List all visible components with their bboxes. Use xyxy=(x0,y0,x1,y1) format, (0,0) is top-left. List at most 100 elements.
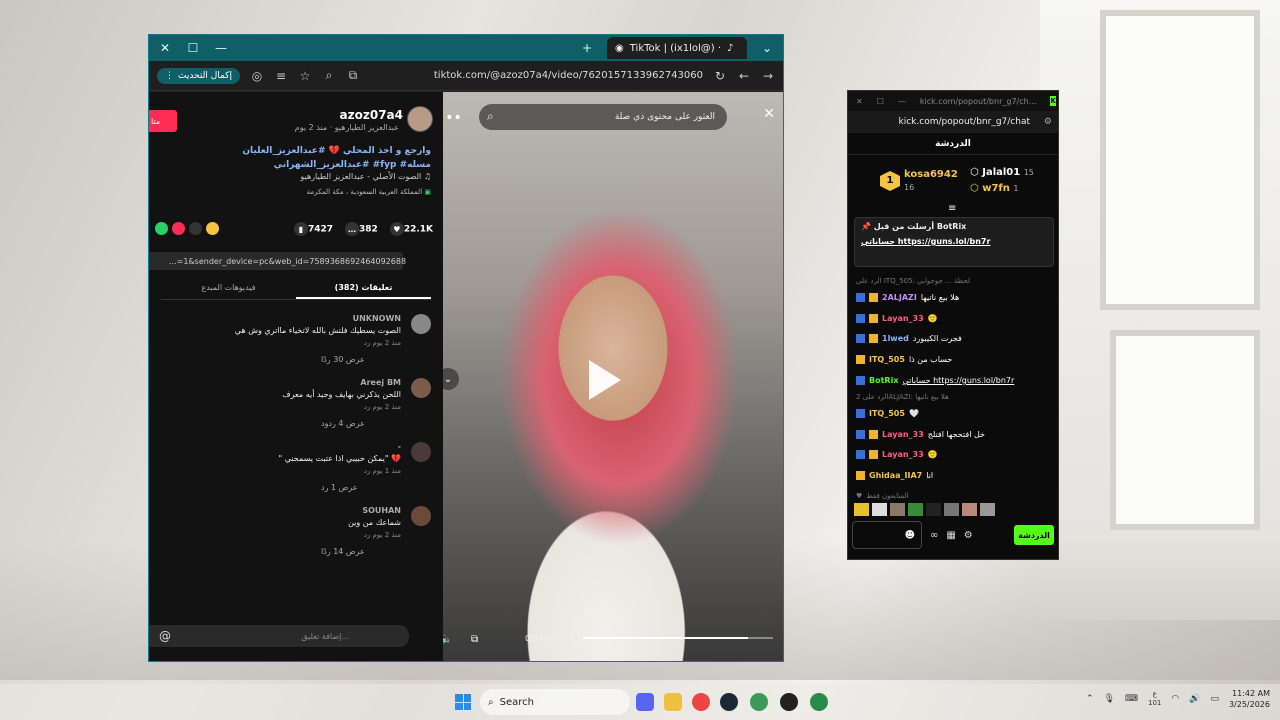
media-control-icon[interactable]: ≡ xyxy=(274,69,288,83)
steam-icon[interactable] xyxy=(720,693,738,711)
progress-bar[interactable] xyxy=(583,637,773,639)
description-text[interactable]: وارجع و اخذ المحلي 💔 #عبدالعزيز_العليان … xyxy=(242,146,431,170)
microphone-icon[interactable]: 🎙 xyxy=(1104,694,1115,704)
maximize-button[interactable]: ☐ xyxy=(185,40,201,56)
discord-icon[interactable] xyxy=(636,693,654,711)
gifter-name[interactable]: ⬡ w7fn 1 xyxy=(970,183,1018,194)
reload-icon[interactable]: ↻ xyxy=(713,69,727,83)
avatar[interactable] xyxy=(411,314,431,334)
windows-start-icon[interactable] xyxy=(455,694,471,710)
chat-username[interactable]: ITQ_505 xyxy=(869,355,905,364)
avatar[interactable] xyxy=(411,378,431,398)
taskbar-search[interactable]: ⌕ Search xyxy=(480,689,630,715)
infinity-icon[interactable]: ∞ xyxy=(930,530,938,541)
chat-username[interactable]: BotRix xyxy=(869,376,898,385)
wifi-icon[interactable]: ◠ xyxy=(1171,694,1179,704)
star-icon[interactable]: ☆ xyxy=(298,69,312,83)
chat-username[interactable]: Layan_33 xyxy=(882,430,924,439)
clock[interactable]: 11:42 AM 3/25/2026 xyxy=(1229,688,1270,710)
comment-input[interactable]: إضافة تعليق... xyxy=(149,625,409,647)
play-icon[interactable] xyxy=(589,360,621,400)
url-field[interactable]: tiktok.com/@azoz07a4/video/7620157133962… xyxy=(434,70,703,81)
chat-text[interactable]: حساباتي https://guns.lol/bn7r xyxy=(902,376,1014,385)
emote-icon[interactable] xyxy=(908,503,923,516)
chat-username[interactable]: Ghidaa_IIA7 xyxy=(869,471,922,480)
comment-meta[interactable]: منذ 2 يوم رد xyxy=(171,403,401,411)
chat-username[interactable]: Layan_33 xyxy=(882,314,924,323)
profile-icon[interactable]: ◎ xyxy=(250,69,264,83)
avatar[interactable] xyxy=(407,106,433,132)
install-icon[interactable]: ⧉ xyxy=(346,68,360,83)
comment-meta[interactable]: منذ 2 يوم رد xyxy=(171,339,401,347)
comment-author[interactable]: UNKNOWN xyxy=(171,314,401,323)
comment-meta[interactable]: منذ 2 يوم رد xyxy=(171,531,401,539)
maximize-icon[interactable]: ☐ xyxy=(877,97,884,106)
embed-icon[interactable] xyxy=(189,222,202,235)
pip-icon[interactable]: ⧉ xyxy=(471,634,478,645)
send-chat-button[interactable]: الدردشة xyxy=(1014,525,1054,545)
emote-icon[interactable] xyxy=(890,503,905,516)
tab-tiktok[interactable]: ◉ TikTok | (ix1lol@) · ♪ xyxy=(607,37,747,59)
update-button[interactable]: ⋮ إكمال التحديث xyxy=(157,67,240,84)
forward-icon[interactable]: ← xyxy=(737,69,751,83)
chat-username[interactable]: 2ALJAZI xyxy=(882,293,917,302)
avatar[interactable] xyxy=(411,442,431,462)
emote-icon[interactable] xyxy=(926,503,941,516)
gear-icon[interactable]: ⚙ xyxy=(964,530,973,541)
comment-author[interactable]: Areej BM xyxy=(171,378,401,387)
search-icon[interactable]: ⌕ xyxy=(322,68,336,83)
back-icon[interactable]: → xyxy=(761,69,775,83)
related-search-input[interactable]: ⌕ العثور على محتوى ذي صلة xyxy=(479,104,727,130)
sound-link[interactable]: الصوت الأصلي - عبدالعزيز الطيارهيو ♫ xyxy=(300,172,431,181)
chat-username[interactable]: ITQ_505 xyxy=(869,409,905,418)
emoji-icon[interactable]: ☻ xyxy=(905,530,915,541)
chrome-icon[interactable] xyxy=(692,693,710,711)
minimize-button[interactable]: — xyxy=(213,40,229,56)
copy-link-field[interactable]: ...=1&sender_device=pc&web_id=7589368692… xyxy=(149,252,406,270)
volume-icon[interactable]: 🔈 xyxy=(443,632,453,645)
emote-icon[interactable] xyxy=(962,503,977,516)
battery-icon[interactable]: ▭ xyxy=(1210,694,1219,704)
app-icon[interactable] xyxy=(780,693,798,711)
comment-author[interactable]: - xyxy=(171,442,401,451)
author-username[interactable]: azoz07a4 xyxy=(340,108,403,122)
emote-icon[interactable] xyxy=(944,503,959,516)
emote-icon[interactable] xyxy=(854,503,869,516)
tab-menu-button[interactable]: ⌄ xyxy=(759,40,775,56)
view-replies-button[interactable]: عرض 4 ردود xyxy=(171,419,401,428)
follow-button[interactable]: متا xyxy=(149,110,177,132)
close-window-button[interactable]: ✕ xyxy=(157,40,173,56)
tab-creator-videos[interactable]: فيديوهات المبدع xyxy=(161,278,296,299)
gifter-name[interactable]: ⬡ Jalal01 15 xyxy=(970,167,1034,178)
volume-icon[interactable]: 🔊 xyxy=(1189,694,1200,704)
save-stat[interactable]: ▮ 7427 xyxy=(290,222,333,236)
chrome-profile-icon[interactable] xyxy=(810,693,828,711)
copy-link-icon[interactable] xyxy=(206,222,219,235)
close-icon[interactable]: ✕ xyxy=(856,97,863,106)
pinned-message[interactable]: 📌 أرسلت من قبل BotRix حساباتي https://gu… xyxy=(854,217,1054,267)
store-icon[interactable]: ▦ xyxy=(946,530,955,541)
keyboard-icon[interactable]: ⌨ xyxy=(1125,694,1138,704)
like-stat[interactable]: ♥ 22.1K xyxy=(386,222,433,236)
emote-icon[interactable] xyxy=(872,503,887,516)
settings-icon[interactable]: ⚙ xyxy=(1044,117,1052,127)
chat-username[interactable]: 1lwed xyxy=(882,334,909,343)
chrome-profile-icon[interactable] xyxy=(750,693,768,711)
comment-author[interactable]: SOUHAN xyxy=(171,506,401,515)
close-icon[interactable]: ✕ xyxy=(763,106,775,122)
avatar[interactable] xyxy=(411,506,431,526)
comment-stat[interactable]: … 382 xyxy=(341,222,378,236)
view-replies-button[interactable]: عرض 30 ردًا xyxy=(171,355,401,364)
gifter-name[interactable]: kosa6942 xyxy=(904,169,958,180)
comment-meta[interactable]: منذ 1 يوم رد xyxy=(171,467,401,475)
location-label[interactable]: المملكة العربية السعودية ، مكة المكرمة ▣ xyxy=(307,188,431,196)
video-player[interactable]: ••• ⌕ العثور على محتوى ذي صلة ✕ ⌄ 🔈 ⧉ 00… xyxy=(443,92,783,661)
mention-button[interactable]: @ xyxy=(159,629,171,643)
emote-icon[interactable] xyxy=(980,503,995,516)
more-icon[interactable]: ••• xyxy=(443,110,462,126)
send-icon[interactable] xyxy=(172,222,185,235)
new-tab-button[interactable]: + xyxy=(579,40,595,56)
tab-comments[interactable]: تعليقات (382) xyxy=(296,278,431,299)
file-explorer-icon[interactable] xyxy=(664,693,682,711)
pinned-text[interactable]: حساباتي https://guns.lol/bn7r xyxy=(861,237,1047,246)
